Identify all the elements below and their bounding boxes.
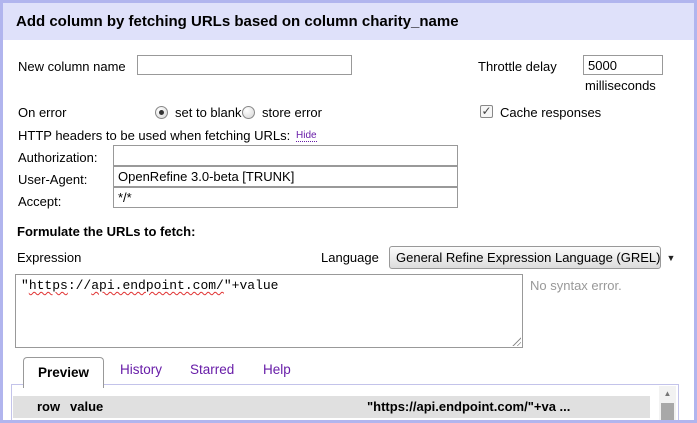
tab-preview[interactable]: Preview — [23, 357, 104, 388]
http-headers-label: HTTP headers to be used when fetching UR… — [18, 128, 290, 143]
expression-textarea[interactable]: "https://api.endpoint.com/"+value — [15, 274, 523, 348]
radio-set-to-blank-label[interactable]: set to blank — [175, 105, 242, 120]
accept-input[interactable] — [113, 187, 458, 208]
authorization-label: Authorization: — [18, 150, 98, 165]
expression-segment: :// — [68, 278, 91, 293]
tab-starred[interactable]: Starred — [190, 362, 234, 377]
column-header-value: value — [70, 396, 103, 418]
radio-store-error-label[interactable]: store error — [262, 105, 322, 120]
expression-segment: https — [29, 278, 68, 293]
radio-store-error[interactable] — [242, 106, 255, 119]
new-column-name-label: New column name — [18, 59, 126, 74]
throttle-delay-input[interactable] — [583, 55, 663, 75]
expression-segment: " — [21, 278, 29, 293]
radio-set-to-blank[interactable] — [155, 106, 168, 119]
cache-responses-label[interactable]: Cache responses — [500, 105, 601, 120]
tab-history[interactable]: History — [120, 362, 162, 377]
authorization-input[interactable] — [113, 145, 458, 166]
scrollbar-thumb[interactable] — [661, 403, 674, 423]
expression-segment: "+value — [224, 278, 279, 293]
accept-label: Accept: — [18, 194, 61, 209]
dropdown-arrow-icon: ▼ — [666, 253, 675, 263]
add-column-by-fetching-urls-dialog: Add column by fetching URLs based on col… — [0, 0, 697, 423]
dialog-title: Add column by fetching URLs based on col… — [3, 3, 694, 40]
throttle-unit-label: milliseconds — [585, 78, 656, 93]
language-select-value: General Refine Expression Language (GREL… — [396, 250, 660, 265]
scrollbar-up-button[interactable]: ▲ — [659, 386, 676, 401]
syntax-status-text: No syntax error. — [530, 278, 622, 293]
formulate-urls-heading: Formulate the URLs to fetch: — [17, 224, 195, 239]
column-header-expression: "https://api.endpoint.com/"+va ... — [367, 396, 570, 418]
scroll-up-arrow-icon: ▲ — [664, 389, 672, 398]
on-error-label: On error — [18, 105, 66, 120]
language-select[interactable]: General Refine Expression Language (GREL… — [389, 246, 661, 269]
language-label: Language — [321, 250, 379, 265]
textarea-resize-handle[interactable] — [511, 336, 521, 346]
user-agent-input[interactable] — [113, 166, 458, 187]
preview-table-header: row value "https://api.endpoint.com/"+va… — [13, 396, 650, 418]
preview-panel: row value "https://api.endpoint.com/"+va… — [11, 384, 679, 423]
throttle-delay-label: Throttle delay — [478, 59, 557, 74]
cache-responses-checkbox[interactable]: ✓ — [480, 105, 493, 118]
tab-help[interactable]: Help — [263, 362, 291, 377]
preview-scrollbar[interactable]: ▲ — [659, 386, 676, 423]
user-agent-label: User-Agent: — [18, 172, 87, 187]
checkmark-icon: ✓ — [481, 104, 491, 118]
column-header-row: row — [37, 396, 60, 418]
new-column-name-input[interactable] — [137, 55, 352, 75]
expression-label: Expression — [17, 250, 81, 265]
http-headers-hide-link[interactable]: Hide — [296, 130, 317, 142]
expression-segment: api.endpoint.com/ — [91, 278, 224, 293]
